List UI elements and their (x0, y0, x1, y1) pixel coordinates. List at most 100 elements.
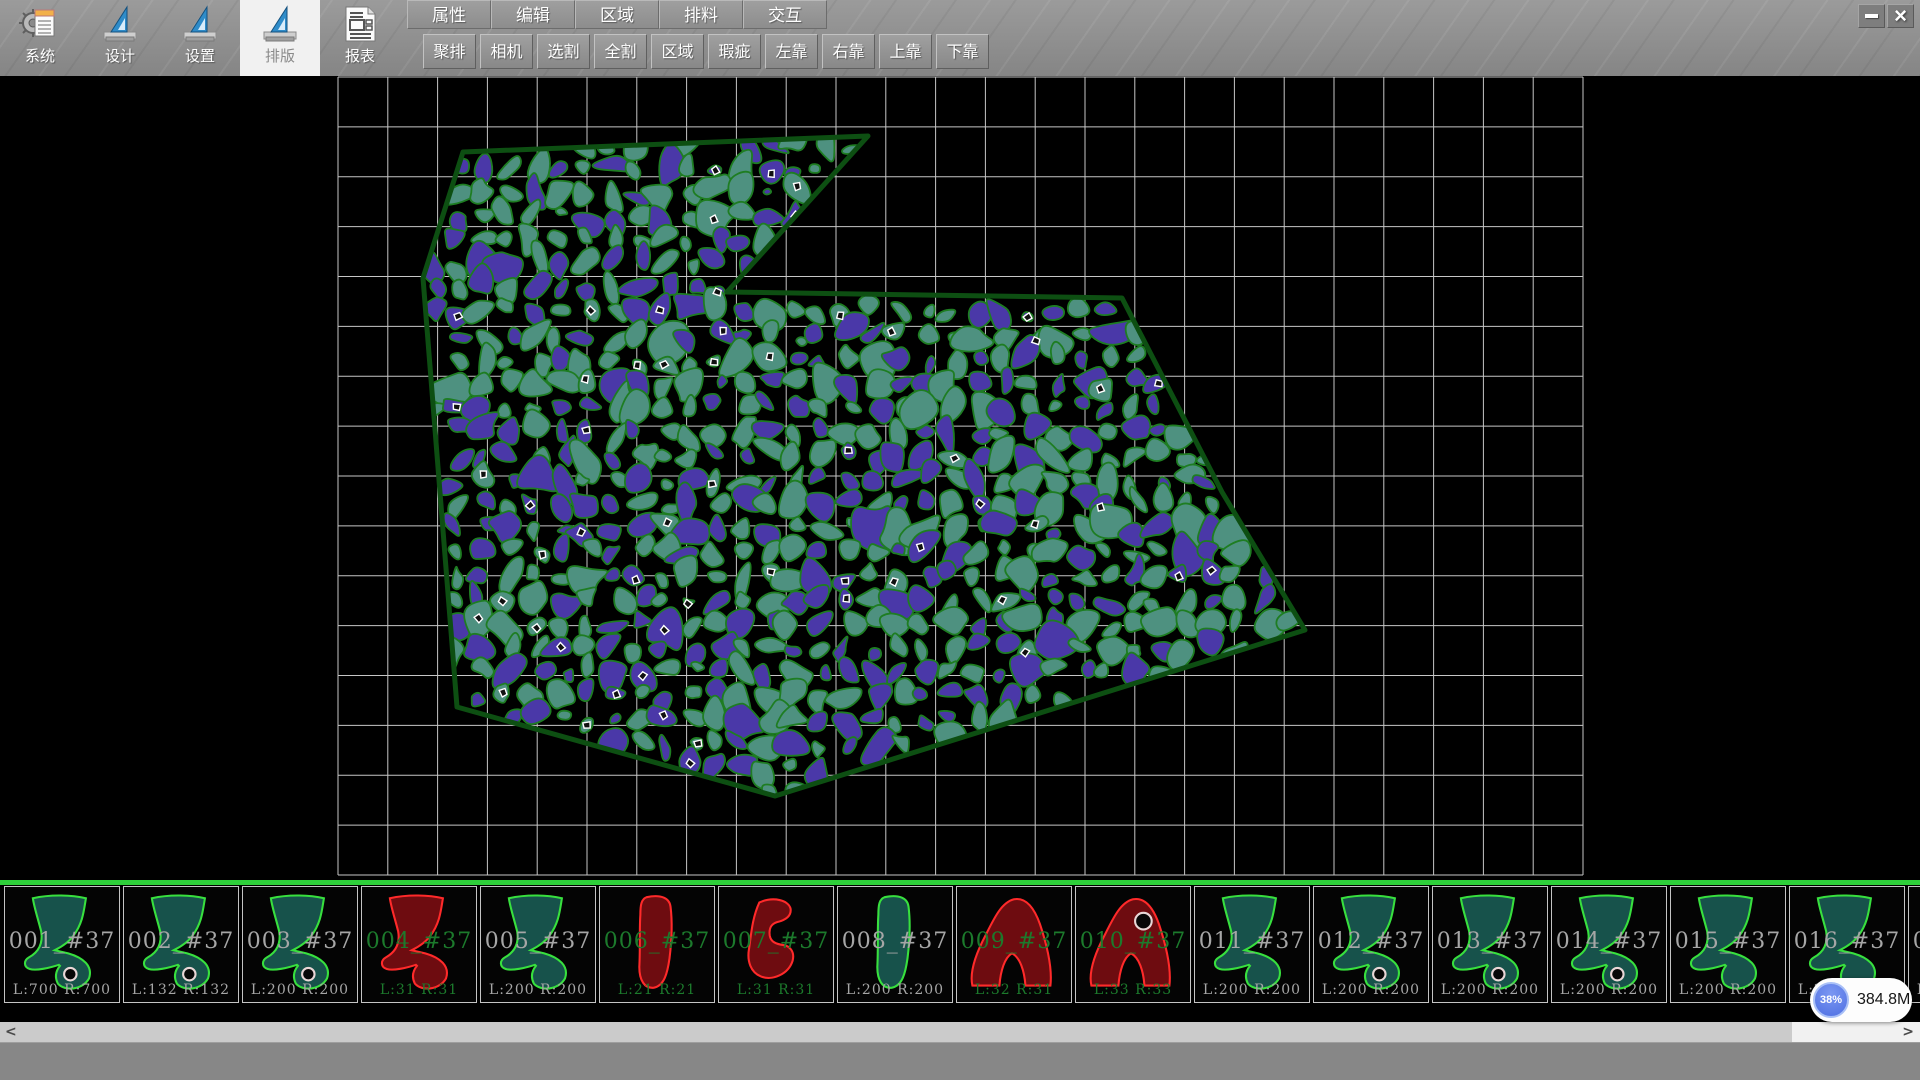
piece-thumbnail[interactable]: 012_#37 L:200 R:200 (1313, 886, 1429, 1003)
mode-label: 系统 (0, 45, 80, 66)
piece-id-label: 017_#37 (1909, 929, 1920, 954)
menu-tab-interact[interactable]: 交互 (743, 0, 827, 29)
piece-thumbnail[interactable]: 008_#37 L:200 R:200 (837, 886, 953, 1003)
piece-id-label: 014_#37 (1552, 929, 1666, 954)
piece-count-label: L:200 R:200 (1433, 982, 1547, 998)
action-button-row: 聚排 相机 选割 全割 区域 瑕疵 左靠 右靠 上靠 下靠 (423, 34, 993, 70)
piece-count-label: L:200 R:200 (1195, 982, 1309, 998)
piece-id-label: 011_#37 (1195, 929, 1309, 954)
app-window: 系统 设计 (0, 0, 1920, 1080)
piece-count-label: L:200 R:200 (243, 982, 357, 998)
set-square-icon (178, 3, 222, 47)
toolbar: 系统 设计 (0, 0, 1920, 76)
mode-button-design[interactable]: 设计 (80, 0, 160, 76)
piece-id-label: 016_#37 (1790, 929, 1904, 954)
set-square-icon (98, 3, 142, 47)
piece-thumbnail[interactable]: 013_#37 L:200 R:200 (1432, 886, 1548, 1003)
menu-tab-nest[interactable]: 排料 (659, 0, 743, 29)
piece-thumbnail[interactable]: 002_#37 L:132 R:132 (123, 886, 239, 1003)
system-gear-icon (18, 3, 62, 47)
action-defect[interactable]: 瑕疵 (708, 34, 761, 69)
piece-id-label: 006_#37 (600, 929, 714, 954)
piece-thumbnail[interactable]: 014_#37 L:200 R:200 (1551, 886, 1667, 1003)
action-align-left[interactable]: 左靠 (765, 34, 818, 69)
piece-thumbnail[interactable]: 010_#37 L:33 R:33 (1075, 886, 1191, 1003)
action-cluster-nest[interactable]: 聚排 (423, 34, 476, 69)
mode-label: 设置 (160, 45, 240, 66)
action-cut-selected[interactable]: 选割 (537, 34, 590, 69)
piece-count-label: L:33 R:33 (1076, 982, 1190, 998)
piece-id-label: 007_#37 (719, 929, 833, 954)
piece-id-label: 008_#37 (838, 929, 952, 954)
piece-id-label: 010_#37 (1076, 929, 1190, 954)
piece-thumbnail[interactable]: 017_#37L:200 R:200 (1908, 886, 1920, 1003)
close-button[interactable]: × (1887, 4, 1914, 28)
piece-id-label: 004_#37 (362, 929, 476, 954)
memory-usage-value: 384.8M (1857, 991, 1910, 1009)
mode-label: 设计 (80, 45, 160, 66)
scrollbar-thumb[interactable] (0, 1022, 1792, 1042)
mode-button-report[interactable]: 报表 (320, 0, 400, 76)
scroll-left-icon[interactable]: < (5, 1022, 17, 1042)
action-align-bottom[interactable]: 下靠 (936, 34, 989, 69)
piece-count-label: L:21 R:21 (600, 982, 714, 998)
piece-count-label: L:32 R:31 (957, 982, 1071, 998)
action-camera[interactable]: 相机 (480, 34, 533, 69)
pieces-strip: 001_#37L:700 R:700002_#37L:132 R:132003_… (0, 885, 1920, 1022)
menu-tab-region[interactable]: 区域 (575, 0, 659, 29)
minimize-icon (1865, 14, 1878, 18)
piece-count-label: L:200 R:200 (838, 982, 952, 998)
piece-thumbnail[interactable]: 007_#37 L:31 R:31 (718, 886, 834, 1003)
horizontal-scrollbar[interactable]: < > (0, 1022, 1920, 1042)
nesting-canvas[interactable] (0, 76, 1920, 880)
progress-percent: 38% (1813, 982, 1849, 1018)
action-cut-all[interactable]: 全割 (594, 34, 647, 69)
set-square-icon (258, 3, 302, 47)
piece-count-label: L:200 R:200 (1671, 982, 1785, 998)
mode-button-settings[interactable]: 设置 (160, 0, 240, 76)
piece-count-label: L:31 R:31 (719, 982, 833, 998)
piece-count-label: L:200 R:200 (1552, 982, 1666, 998)
action-align-right[interactable]: 右靠 (822, 34, 875, 69)
minimize-button[interactable] (1858, 4, 1885, 28)
window-controls: × (1856, 4, 1914, 28)
close-icon: × (1894, 7, 1907, 25)
piece-count-label: L:200 R:200 (481, 982, 595, 998)
piece-thumbnail[interactable]: 005_#37 L:200 R:200 (480, 886, 596, 1003)
piece-id-label: 012_#37 (1314, 929, 1428, 954)
piece-thumbnail[interactable]: 011_#37 L:200 R:200 (1194, 886, 1310, 1003)
status-bar (0, 1042, 1920, 1080)
mode-label: 排版 (240, 45, 320, 66)
main-mode-bar: 系统 设计 (0, 0, 400, 76)
menu-tab-row: 属性 编辑 区域 排料 交互 (407, 0, 993, 31)
scroll-right-icon[interactable]: > (1902, 1022, 1914, 1042)
nest-layout-drawing (0, 76, 1920, 880)
piece-id-label: 009_#37 (957, 929, 1071, 954)
piece-id-label: 001_#37 (5, 929, 119, 954)
piece-count-label: L:200 R:200 (1314, 982, 1428, 998)
piece-thumbnail[interactable]: 009_#37 L:32 R:31 (956, 886, 1072, 1003)
menu-tab-attributes[interactable]: 属性 (407, 0, 491, 29)
piece-id-label: 002_#37 (124, 929, 238, 954)
piece-id-label: 003_#37 (243, 929, 357, 954)
piece-count-label: L:31 R:31 (362, 982, 476, 998)
menu-tab-edit[interactable]: 编辑 (491, 0, 575, 29)
piece-thumbnail[interactable]: 006_#37 L:21 R:21 (599, 886, 715, 1003)
piece-id-label: 005_#37 (481, 929, 595, 954)
mode-label: 报表 (320, 45, 400, 66)
mode-button-system[interactable]: 系统 (0, 0, 80, 76)
piece-id-label: 015_#37 (1671, 929, 1785, 954)
piece-thumbnail[interactable]: 001_#37 L:700 R:700 (4, 886, 120, 1003)
report-document-icon (338, 3, 382, 47)
mode-button-nesting[interactable]: 排版 (240, 0, 320, 76)
action-align-top[interactable]: 上靠 (879, 34, 932, 69)
progress-badge: 38% 384.8M (1810, 978, 1912, 1022)
action-region[interactable]: 区域 (651, 34, 704, 69)
piece-count-label: L:132 R:132 (124, 982, 238, 998)
piece-thumbnail[interactable]: 015_#37 L:200 R:200 (1670, 886, 1786, 1003)
piece-thumbnail[interactable]: 004_#37 L:31 R:31 (361, 886, 477, 1003)
piece-id-label: 013_#37 (1433, 929, 1547, 954)
menu-area: 属性 编辑 区域 排料 交互 聚排 相机 选割 全割 区域 瑕疵 左靠 右靠 上… (407, 0, 993, 70)
piece-count-label: L:700 R:700 (5, 982, 119, 998)
piece-thumbnail[interactable]: 003_#37 L:200 R:200 (242, 886, 358, 1003)
